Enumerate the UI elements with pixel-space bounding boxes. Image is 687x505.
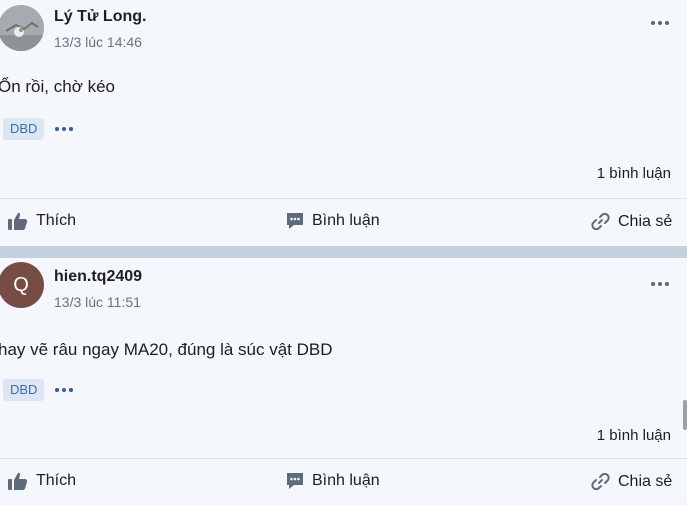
more-dots-icon (651, 282, 669, 286)
share-button[interactable]: Chia sẻ (591, 212, 672, 231)
share-label: Chia sẻ (618, 472, 673, 490)
share-button[interactable]: Chia sẻ (591, 472, 672, 491)
thumbs-up-icon (8, 212, 28, 230)
like-label: Thích (36, 212, 77, 229)
comment-button[interactable]: Bình luận (286, 212, 380, 230)
scrollbar-thumb[interactable] (683, 400, 687, 430)
post-content: hay vẽ râu ngay MA20, đúng là súc vật DB… (0, 340, 333, 359)
post-timestamp[interactable]: 13/3 lúc 14:46 (54, 34, 142, 50)
more-dots-icon (55, 388, 73, 392)
more-dots-icon (651, 21, 669, 25)
avatar-letter: Q (13, 273, 29, 296)
like-button[interactable]: Thích (8, 472, 76, 490)
link-icon (591, 472, 610, 491)
comment-icon (287, 473, 303, 489)
avatar[interactable]: Q (0, 262, 44, 308)
avatar[interactable] (0, 5, 44, 51)
comment-label: Bình luận (312, 472, 380, 489)
comment-count[interactable]: 1 bình luận (597, 427, 671, 444)
link-icon (591, 212, 610, 231)
comment-button[interactable]: Bình luận (286, 472, 380, 490)
stock-tag[interactable]: DBD (3, 379, 45, 401)
stock-tag[interactable]: DBD (3, 118, 45, 140)
tag-more-button[interactable] (54, 384, 74, 396)
comment-icon (287, 213, 303, 229)
post-card: Lý Tử Long. 13/3 lúc 14:46 Ổn rồi, chờ k… (0, 0, 687, 246)
comment-label: Bình luận (312, 212, 380, 229)
post-actions-bar: Thích Bình luận Chia sẻ (0, 198, 687, 245)
share-label: Chia sẻ (618, 212, 673, 230)
post-content: Ổn rồi, chờ kéo (0, 77, 115, 96)
author-name[interactable]: Lý Tử Long. (54, 8, 146, 26)
avatar-photo-icon (0, 5, 44, 51)
post-more-button[interactable] (649, 16, 671, 30)
like-label: Thích (36, 472, 77, 489)
post-actions-bar: Thích Bình luận Chia sẻ (0, 458, 687, 505)
post-separator (0, 246, 687, 258)
post-more-button[interactable] (649, 277, 671, 291)
tag-more-button[interactable] (54, 123, 74, 135)
like-button[interactable]: Thích (8, 212, 76, 230)
post-timestamp[interactable]: 13/3 lúc 11:51 (54, 294, 141, 310)
comment-count[interactable]: 1 bình luận (597, 165, 671, 182)
post-card: Q hien.tq2409 13/3 lúc 11:51 hay vẽ râu … (0, 258, 687, 501)
thumbs-up-icon (8, 472, 28, 490)
author-name[interactable]: hien.tq2409 (54, 268, 142, 286)
more-dots-icon (55, 127, 73, 131)
